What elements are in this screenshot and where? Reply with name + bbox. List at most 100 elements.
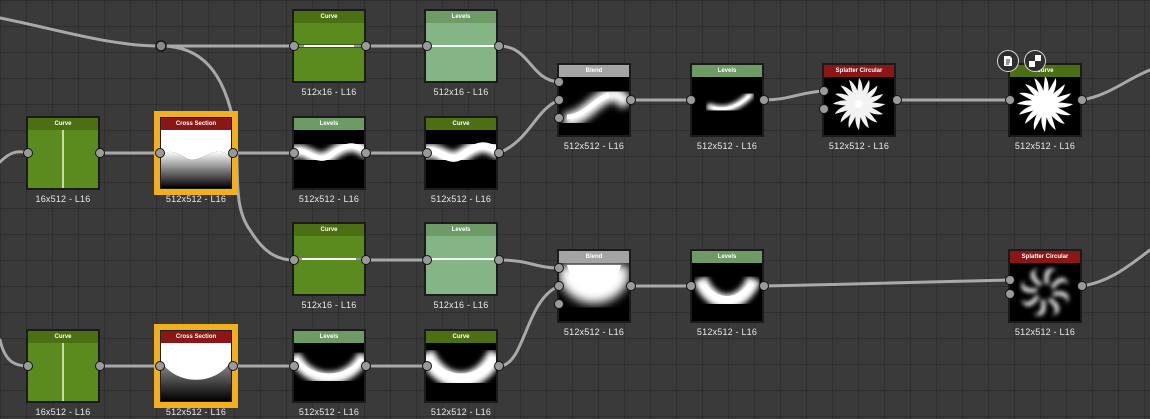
node-curve-vertical[interactable]: Curve 16x512 - L16	[26, 329, 100, 417]
node-cross-section[interactable]: Cross Section 512x512 - L16	[154, 324, 238, 417]
node-cross-section[interactable]: Cross Section 512x512 - L16	[154, 111, 238, 204]
node-title: Curve	[1010, 65, 1080, 77]
node-port[interactable]	[361, 148, 371, 158]
node-resolution: 512x512 - L16	[298, 194, 360, 204]
node-curve-arc[interactable]: Curve 512x512 - L16	[424, 329, 498, 417]
node-port[interactable]	[759, 281, 769, 291]
node-port[interactable]	[289, 361, 299, 371]
node-resolution: 512x512 - L16	[696, 141, 758, 151]
node-port[interactable]	[494, 41, 504, 51]
node-port[interactable]	[361, 41, 371, 51]
node-port[interactable]	[626, 281, 636, 291]
node-port[interactable]	[289, 255, 299, 265]
node-levels-output[interactable]: Levels 512x512 - L16	[690, 249, 764, 337]
node-resolution: 512x512 - L16	[696, 327, 758, 337]
node-port[interactable]	[494, 255, 504, 265]
node-title: Cross Section	[161, 118, 231, 130]
node-port[interactable]	[554, 263, 564, 273]
node-port[interactable]	[289, 41, 299, 51]
node-title: Levels	[426, 11, 496, 23]
node-curve-vertical[interactable]: Curve 16x512 - L16	[26, 116, 100, 204]
node-resolution: 512x16 - L16	[433, 300, 489, 310]
node-port[interactable]	[155, 148, 165, 158]
node-port[interactable]	[819, 104, 829, 114]
node-resolution: 512x16 - L16	[301, 300, 357, 310]
node-port[interactable]	[422, 361, 432, 371]
wire	[0, 16, 163, 48]
node-port[interactable]	[228, 148, 238, 158]
node-blend[interactable]: Blend 512x512 - L16	[557, 63, 631, 151]
wire	[497, 44, 561, 84]
node-port[interactable]	[554, 95, 564, 105]
node-title: Levels	[294, 331, 364, 343]
node-port[interactable]	[361, 255, 371, 265]
node-title: Curve	[28, 118, 98, 130]
node-splatter-circular[interactable]: Splatter Circular 512x512 - L16	[1008, 249, 1082, 337]
node-title: Cross Section	[161, 331, 231, 343]
node-port[interactable]	[422, 255, 432, 265]
node-port[interactable]	[554, 299, 564, 309]
node-levels-1d[interactable]: Levels 512x16 - L16	[424, 222, 498, 310]
node-port[interactable]	[1005, 289, 1015, 299]
node-port[interactable]	[494, 148, 504, 158]
node-port[interactable]	[759, 95, 769, 105]
wire	[497, 284, 561, 368]
node-port[interactable]	[95, 361, 105, 371]
node-port[interactable]	[361, 361, 371, 371]
node-levels-arc[interactable]: Levels 512x512 - L16	[292, 329, 366, 417]
node-title: Curve	[28, 331, 98, 343]
node-title: Levels	[692, 65, 762, 77]
node-title: Curve	[426, 118, 496, 130]
node-levels-1d[interactable]: Levels 512x16 - L16	[424, 9, 498, 97]
node-port[interactable]	[554, 281, 564, 291]
node-port[interactable]	[422, 148, 432, 158]
node-port[interactable]	[1077, 95, 1087, 105]
node-resolution: 512x512 - L16	[430, 194, 492, 204]
node-title: Levels	[692, 251, 762, 263]
node-splatter-circular[interactable]: Splatter Circular 512x512 - L16	[822, 63, 896, 151]
node-port[interactable]	[892, 95, 902, 105]
wire	[1080, 68, 1150, 102]
node-levels-output[interactable]: Levels 512x512 - L16	[690, 63, 764, 151]
node-port[interactable]	[1005, 95, 1015, 105]
node-title: Blend	[559, 65, 629, 77]
node-port[interactable]	[23, 148, 33, 158]
node-curve-output[interactable]: Curve 512x512 - L16	[1008, 63, 1082, 151]
node-port[interactable]	[23, 361, 33, 371]
node-port[interactable]	[1077, 281, 1087, 291]
node-port[interactable]	[494, 361, 504, 371]
node-levels-wave[interactable]: Levels 512x512 - L16	[292, 116, 366, 204]
node-port[interactable]	[289, 148, 299, 158]
node-resolution: 16x512 - L16	[35, 194, 91, 204]
node-port[interactable]	[422, 41, 432, 51]
node-resolution: 512x512 - L16	[563, 141, 625, 151]
node-port[interactable]	[1005, 275, 1015, 285]
node-title: Splatter Circular	[824, 65, 894, 77]
node-port[interactable]	[626, 95, 636, 105]
checker-icon[interactable]	[1024, 50, 1046, 72]
node-port[interactable]	[95, 148, 105, 158]
node-title: Curve	[294, 224, 364, 236]
wire	[762, 278, 1012, 288]
node-resolution: 512x512 - L16	[165, 194, 227, 204]
node-resolution: 512x512 - L16	[298, 407, 360, 417]
reroute-dot[interactable]	[155, 40, 167, 52]
node-port[interactable]	[686, 281, 696, 291]
node-curve-1d[interactable]: Curve 512x16 - L16	[292, 222, 366, 310]
node-curve-1d[interactable]: Curve 512x16 - L16	[292, 9, 366, 97]
node-blend[interactable]: Blend 512x512 - L16	[557, 249, 631, 337]
node-resolution: 16x512 - L16	[35, 407, 91, 417]
node-resolution: 512x512 - L16	[1014, 327, 1076, 337]
document-icon[interactable]	[997, 50, 1019, 72]
node-curve-wave[interactable]: Curve 512x512 - L16	[424, 116, 498, 204]
node-port[interactable]	[819, 86, 829, 96]
node-port[interactable]	[686, 95, 696, 105]
node-title: Levels	[426, 224, 496, 236]
node-title: Splatter Circular	[1010, 251, 1080, 263]
node-port[interactable]	[228, 361, 238, 371]
wire	[762, 89, 826, 102]
node-port[interactable]	[554, 113, 564, 123]
node-port[interactable]	[155, 361, 165, 371]
node-resolution: 512x512 - L16	[430, 407, 492, 417]
node-port[interactable]	[554, 77, 564, 87]
